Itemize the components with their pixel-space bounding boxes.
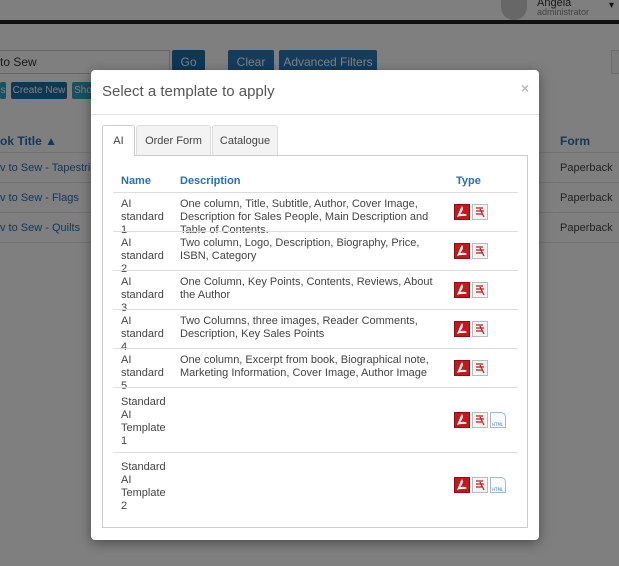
column-header-name: Name xyxy=(121,175,151,187)
pdf-icon[interactable] xyxy=(454,412,470,428)
doc-icon[interactable] xyxy=(472,243,488,259)
modal-title: Select a template to apply xyxy=(102,83,275,100)
table-row: AI standard 5 One column, Excerpt from bo… xyxy=(113,348,518,392)
table-row: AI standard 4 Two Columns, three images, … xyxy=(113,309,518,353)
template-name: Standard AI Template 1 xyxy=(121,396,166,447)
template-type-icons: HTML xyxy=(454,412,508,428)
template-type-icons: HTML xyxy=(454,477,508,493)
template-type-icons xyxy=(454,321,490,337)
template-description: Two Columns, three images, Reader Commen… xyxy=(180,315,418,340)
table-row: Standard AI Template 1 HTML xyxy=(113,387,518,452)
pdf-icon[interactable] xyxy=(454,321,470,337)
table-row: Standard AI Template 2 HTML xyxy=(113,452,518,517)
table-row: AI standard 3 One Column, Key Points, Con… xyxy=(113,270,518,314)
template-modal: Select a template to apply × AI Order Fo… xyxy=(91,70,539,540)
table-row: AI standard 1 One column, Title, Subtitle… xyxy=(113,192,518,236)
column-header-type: Type xyxy=(456,175,481,187)
pdf-icon[interactable] xyxy=(454,477,470,493)
doc-icon[interactable] xyxy=(472,412,488,428)
pdf-icon[interactable] xyxy=(454,243,470,259)
html-icon[interactable]: HTML xyxy=(490,412,506,428)
modal-divider xyxy=(91,114,539,115)
template-name: Standard AI Template 2 xyxy=(121,461,166,512)
template-type-icons xyxy=(454,243,490,259)
doc-icon[interactable] xyxy=(472,360,488,376)
doc-icon[interactable] xyxy=(472,477,488,493)
html-icon[interactable]: HTML xyxy=(490,477,506,493)
html-icon-label: HTML xyxy=(492,422,504,427)
doc-icon[interactable] xyxy=(472,321,488,337)
tab-order-form[interactable]: Order Form xyxy=(136,125,211,155)
tab-ai[interactable]: AI xyxy=(102,125,135,156)
template-type-icons xyxy=(454,360,490,376)
template-description: One Column, Key Points, Contents, Review… xyxy=(180,276,433,301)
doc-icon[interactable] xyxy=(472,282,488,298)
table-row: AI standard 2 Two column, Logo, Descripti… xyxy=(113,231,518,275)
doc-icon[interactable] xyxy=(472,204,488,220)
html-icon-label: HTML xyxy=(492,487,504,492)
pdf-icon[interactable] xyxy=(454,360,470,376)
pdf-icon[interactable] xyxy=(454,204,470,220)
tab-panel: Name Description Type AI standard 1 One c… xyxy=(102,155,528,528)
tab-catalogue[interactable]: Catalogue xyxy=(212,125,278,155)
template-description: One column, Excerpt from book, Biographi… xyxy=(180,354,429,379)
pdf-icon[interactable] xyxy=(454,282,470,298)
template-description: Two column, Logo, Description, Biography… xyxy=(180,237,420,262)
template-type-icons xyxy=(454,204,490,220)
close-icon[interactable]: × xyxy=(521,80,529,96)
column-header-description: Description xyxy=(180,175,241,187)
template-type-icons xyxy=(454,282,490,298)
